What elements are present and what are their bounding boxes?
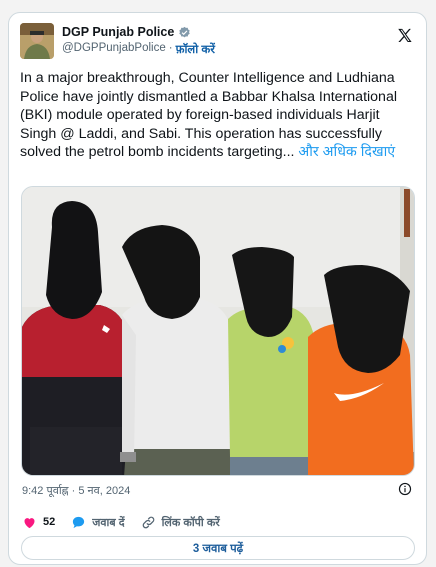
reply-bubble-icon [73, 516, 85, 528]
tweet-date: 5 नव, 2024 [78, 485, 131, 497]
avatar[interactable] [20, 23, 54, 59]
tweet-time: 9:42 पूर्वाह्न [22, 485, 69, 497]
display-name[interactable]: DGP Punjab Police [62, 25, 174, 39]
heart-icon [24, 517, 35, 528]
timestamp-separator: · [71, 485, 76, 497]
like-count: 52 [43, 516, 56, 528]
verified-badge-icon [178, 26, 191, 39]
reply-button[interactable]: जवाब दें [71, 515, 125, 530]
tweet-header: DGP Punjab Police @DGPPunjabPolice · फ़ॉ… [20, 22, 414, 62]
copy-link-label: लिंक कॉपी करें [161, 516, 220, 529]
handle-separator: · [168, 42, 173, 54]
follow-button[interactable]: फ़ॉलो करें [176, 42, 215, 57]
handle[interactable]: @DGPPunjabPolice [62, 42, 166, 57]
read-more-link[interactable]: और अधिक दिखाएं [298, 144, 395, 160]
read-replies-button[interactable]: 3 जवाब पढ़ें [21, 536, 415, 560]
copy-link-button[interactable]: लिंक कॉपी करें [141, 515, 220, 530]
reply-label: जवाब दें [92, 516, 125, 529]
tweet-photo[interactable] [21, 186, 415, 476]
tweet-card: DGP Punjab Police @DGPPunjabPolice · फ़ॉ… [8, 12, 427, 565]
tweet-actions: 52 जवाब दें लिंक कॉपी करें [22, 513, 236, 531]
info-icon[interactable] [398, 482, 412, 496]
like-button[interactable]: 52 [22, 515, 55, 530]
link-icon [142, 516, 154, 528]
handle-row: @DGPPunjabPolice · फ़ॉलो करें [62, 42, 215, 57]
x-logo-icon[interactable] [396, 27, 414, 45]
tweet-text: In a major breakthrough, Counter Intelli… [20, 69, 416, 162]
tweet-timestamp[interactable]: 9:42 पूर्वाह्न · 5 नव, 2024 [22, 483, 130, 498]
name-row: DGP Punjab Police [62, 25, 191, 39]
